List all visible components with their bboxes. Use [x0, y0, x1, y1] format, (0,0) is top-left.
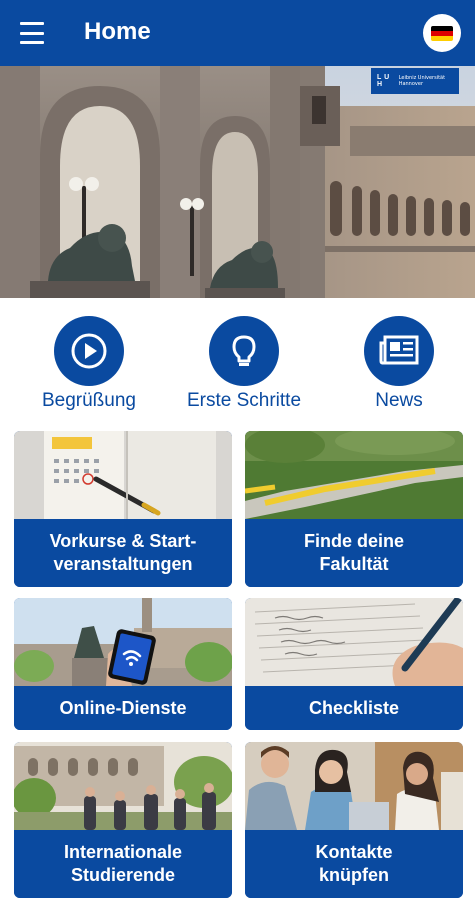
tile-label: Kontakte knüpfen: [245, 830, 463, 898]
tile-label-line1: Kontakte: [315, 842, 393, 862]
tile-fakultaet[interactable]: Finde deine Fakultät: [245, 431, 463, 587]
play-icon: [54, 316, 124, 386]
smartphone-wifi-photo: [14, 598, 232, 686]
quick-action-news[interactable]: News: [324, 316, 474, 412]
quick-action-label: News: [375, 390, 423, 411]
university-building-photo: [0, 66, 475, 298]
quick-action-label: Erste Schritte: [186, 390, 302, 411]
tile-label: Checkliste: [245, 686, 463, 730]
logo-text: Leibniz Universität Hannover: [398, 75, 446, 87]
hamburger-menu-icon[interactable]: [20, 22, 44, 44]
tile-label-line2: veranstaltungen: [53, 554, 193, 574]
logo-mark: L U H: [377, 74, 390, 88]
page-title: Home: [84, 18, 151, 45]
tile-kontakte-knuepfen[interactable]: Kontakte knüpfen: [245, 742, 463, 898]
quick-action-erste-schritte[interactable]: Erste Schritte: [169, 316, 319, 412]
calendar-photo: [14, 431, 232, 519]
campus-path-photo: [245, 431, 463, 519]
tile-online-dienste[interactable]: Online-Dienste: [14, 598, 232, 730]
quick-action-begruessung[interactable]: Begrüßung: [14, 316, 164, 412]
tile-label: Internationale Studierende: [14, 830, 232, 898]
app-bar: Home: [0, 0, 475, 66]
students-group-photo: [245, 742, 463, 830]
university-logo: L U H Leibniz Universität Hannover: [371, 68, 459, 94]
tile-label-line2: Studierende: [70, 865, 176, 885]
tile-label-line1: Vorkurse & Start-: [49, 531, 197, 551]
tile-checkliste[interactable]: Checkliste: [245, 598, 463, 730]
german-flag-icon: [431, 25, 453, 41]
tile-vorkurse[interactable]: Vorkurse & Start- veranstaltungen: [14, 431, 232, 587]
tile-label: Finde deine Fakultät: [245, 519, 463, 587]
checklist-writing-photo: [245, 598, 463, 686]
tile-label-line2: Fakultät: [319, 554, 389, 574]
language-switch-button[interactable]: [423, 14, 461, 52]
tile-label-line1: Checkliste: [308, 697, 400, 718]
quick-actions: Begrüßung Erste Schritte News: [0, 316, 475, 416]
tile-label-line1: Online-Dienste: [59, 697, 187, 718]
quick-action-label: Begrüßung: [41, 390, 136, 411]
newspaper-icon: [364, 316, 434, 386]
tile-label: Online-Dienste: [14, 686, 232, 730]
students-campus-photo: [14, 742, 232, 830]
tile-label-line2: knüpfen: [318, 865, 389, 885]
lightbulb-icon: [209, 316, 279, 386]
tile-label: Vorkurse & Start- veranstaltungen: [14, 519, 232, 587]
tile-label-line1: Internationale: [63, 842, 183, 862]
hero-image: L U H Leibniz Universität Hannover: [0, 66, 475, 298]
tile-label-line1: Finde deine: [303, 531, 404, 551]
tile-internationale-studierende[interactable]: Internationale Studierende: [14, 742, 232, 898]
